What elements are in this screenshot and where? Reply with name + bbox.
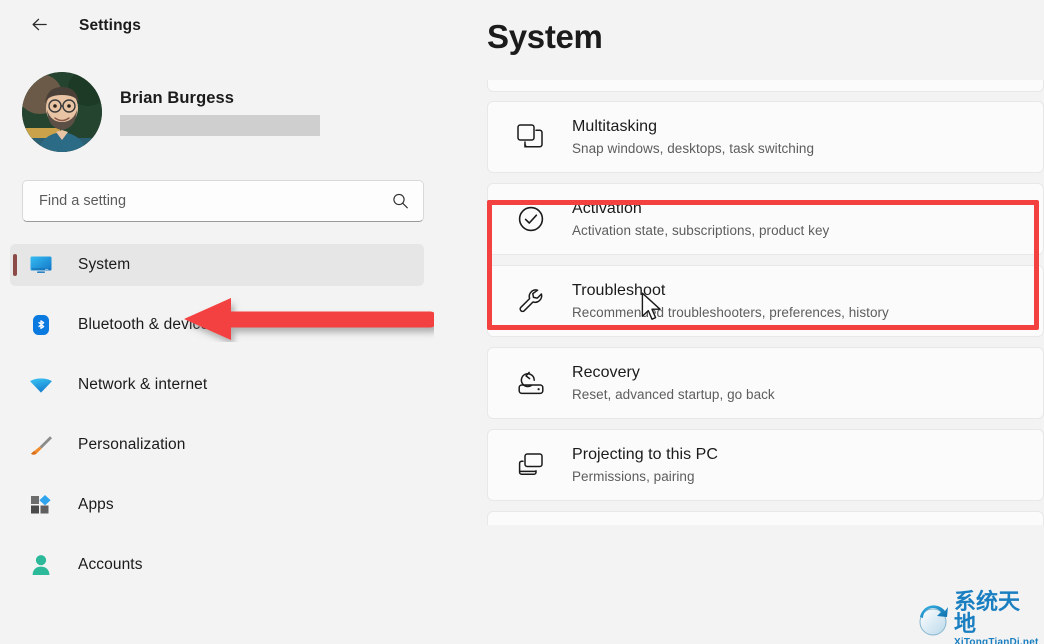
settings-card-list: Multitasking Snap windows, desktops, tas… [487,80,1044,535]
person-icon [28,553,54,577]
page-title: System [487,18,603,55]
card-text: Troubleshoot Recommended troubleshooters… [572,281,889,321]
sidebar-item-personalization[interactable]: Personalization [10,424,424,466]
card-title: Recovery [572,364,640,381]
sidebar-item-system[interactable]: System [10,244,424,286]
wifi-icon [28,373,54,397]
back-button[interactable] [22,9,56,43]
sidebar-item-label: Accounts [78,556,143,573]
wrench-icon [513,287,549,315]
sidebar-nav: System Bluetooth & devices Network & int… [0,244,470,586]
sidebar: Settings Brian Burgess Find a setting Sy… [0,0,470,644]
card-text: Projecting to this PC Permissions, pairi… [572,445,718,485]
sidebar-item-bluetooth-devices[interactable]: Bluetooth & devices [10,304,424,346]
search-box[interactable] [22,180,424,222]
card-subtitle: Recommended troubleshooters, preferences… [572,305,889,320]
bluetooth-icon [28,313,54,337]
card-subtitle: Permissions, pairing [572,469,695,484]
card-subtitle: Reset, advanced startup, go back [572,387,775,402]
main-content: System Multitasking Snap windows, deskto… [470,0,1044,644]
card-text: Activation Activation state, subscriptio… [572,199,829,239]
back-arrow-icon [30,15,49,37]
sidebar-item-label: System [78,256,131,273]
settings-window: Settings Brian Burgess Find a setting Sy… [0,0,1044,644]
card-text: Multitasking Snap windows, desktops, tas… [572,117,814,157]
profile-name: Brian Burgess [120,88,235,107]
profile-text: Brian Burgess [120,89,320,136]
avatar [22,72,102,152]
sidebar-item-apps[interactable]: Apps [10,484,424,526]
recovery-drive-icon [513,369,549,397]
settings-card-troubleshoot[interactable]: Troubleshoot Recommended troubleshooters… [487,265,1044,337]
settings-card-recovery[interactable]: Recovery Reset, advanced startup, go bac… [487,347,1044,419]
monitor-icon [28,253,54,277]
check-circle-icon [513,205,549,233]
sidebar-item-label: Network & internet [78,376,208,393]
projecting-screens-icon [513,452,549,478]
card-title: Troubleshoot [572,282,666,299]
search-input[interactable] [23,181,423,221]
app-title: Settings [79,17,141,34]
sidebar-item-network-internet[interactable]: Network & internet [10,364,424,406]
card-title: Projecting to this PC [572,446,719,463]
multitasking-windows-icon [513,124,549,150]
sidebar-item-accounts[interactable]: Accounts [10,544,424,586]
card-title: Multitasking [572,118,658,135]
card-title: Activation [572,200,642,217]
paintbrush-icon [28,433,54,457]
sidebar-item-label: Personalization [78,436,186,453]
sidebar-item-label: Bluetooth & devices [78,316,217,333]
settings-card-projecting-to-this-pc[interactable]: Projecting to this PC Permissions, pairi… [487,429,1044,501]
profile-section[interactable]: Brian Burgess [0,52,470,152]
settings-card-partial-above[interactable] [487,80,1044,92]
selection-indicator [13,254,17,276]
apps-grid-icon [28,493,54,517]
search-section [0,152,470,222]
card-subtitle: Activation state, subscriptions, product… [572,223,830,238]
settings-card-activation[interactable]: Activation Activation state, subscriptio… [487,183,1044,255]
settings-card-partial-below[interactable] [487,511,1044,525]
profile-email-redacted [120,114,320,136]
settings-card-multitasking[interactable]: Multitasking Snap windows, desktops, tas… [487,101,1044,173]
title-bar: Settings [0,0,470,52]
card-text: Recovery Reset, advanced startup, go bac… [572,363,775,403]
sidebar-item-label: Apps [78,496,114,513]
card-subtitle: Snap windows, desktops, task switching [572,141,815,156]
